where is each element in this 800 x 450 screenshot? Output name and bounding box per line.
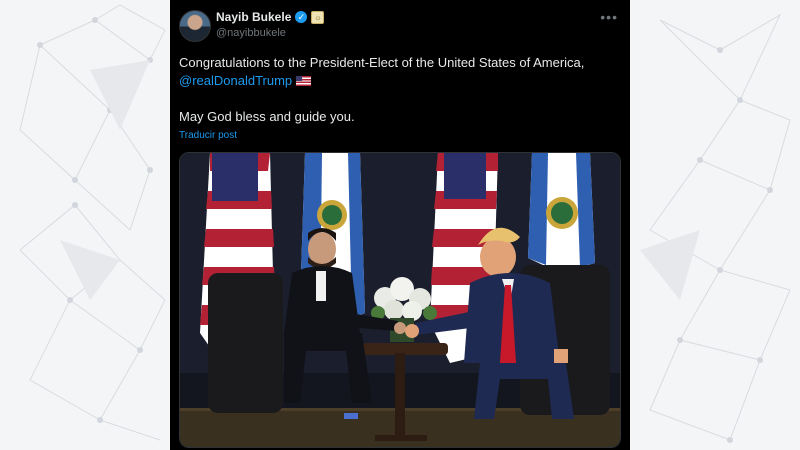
- left-chair: [208, 273, 283, 413]
- more-options-icon[interactable]: •••: [600, 9, 618, 25]
- translate-post-link[interactable]: Traducir post: [179, 130, 237, 141]
- post-card[interactable]: Nayib Bukele ✓ ☼ @nayibbukele ••• Congra…: [170, 0, 630, 450]
- author-handle[interactable]: @nayibbukele: [216, 27, 286, 39]
- post-text-mention-line: @realDonaldTrump: [179, 72, 619, 90]
- us-flag-emoji-icon: [296, 76, 312, 86]
- photo-illustration: [180, 153, 620, 447]
- el-salvador-flag-right: [528, 153, 595, 273]
- post-text: Congratulations to the President-Elect o…: [179, 54, 619, 126]
- author-name[interactable]: Nayib Bukele: [216, 10, 291, 24]
- mention-link[interactable]: @realDonaldTrump: [179, 73, 292, 88]
- post-text-line: May God bless and guide you.: [179, 109, 355, 124]
- author-row: Nayib Bukele ✓ ☼: [216, 10, 325, 24]
- verified-badge-icon: ✓: [295, 11, 308, 23]
- avatar[interactable]: [179, 10, 211, 42]
- post-text-line: Congratulations to the President-Elect o…: [179, 55, 585, 70]
- affiliate-badge-icon[interactable]: ☼: [311, 10, 325, 24]
- post-photo[interactable]: [179, 152, 621, 448]
